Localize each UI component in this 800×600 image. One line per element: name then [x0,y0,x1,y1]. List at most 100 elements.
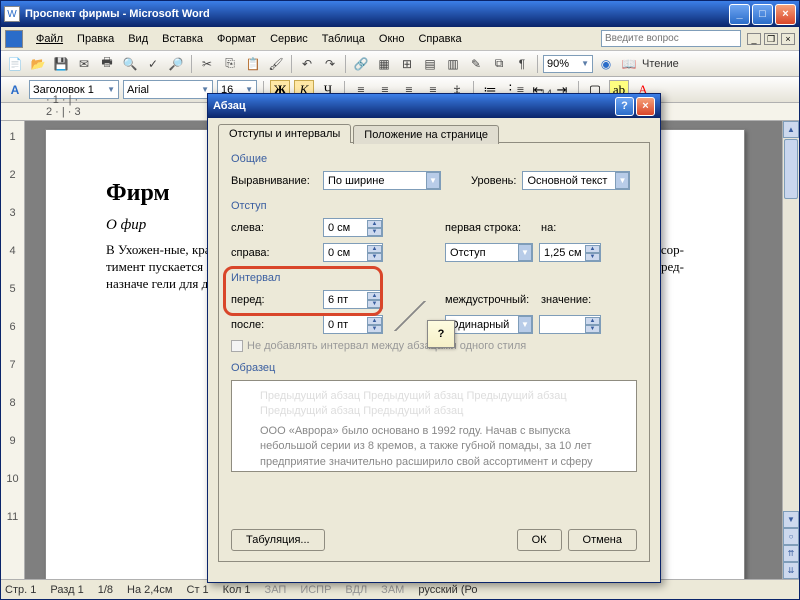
vertical-ruler[interactable]: 1234567891011 [1,121,25,579]
read-label[interactable]: Чтение [642,58,679,70]
scroll-up-icon[interactable]: ▲ [783,121,799,138]
next-page-icon[interactable]: ⇊ [783,562,799,579]
alignment-label: Выравнивание: [231,175,317,187]
alignment-select[interactable]: По ширине▼ [323,171,441,190]
spacing-at-label: значение: [541,294,591,306]
browse-object-icon[interactable]: ○ [783,528,799,545]
help-tooltip: ? [427,320,455,348]
research-icon[interactable]: 🔎 [166,54,186,74]
paste-icon[interactable]: 📋 [243,54,263,74]
scroll-down-icon[interactable]: ▼ [783,511,799,528]
menu-tools[interactable]: Сервис [263,31,315,47]
dialog-title: Абзац [213,100,613,112]
menu-view[interactable]: Вид [121,31,155,47]
redo-icon[interactable]: ↷ [320,54,340,74]
group-general: Общие [231,153,637,165]
scroll-thumb[interactable] [784,139,798,199]
word-icon: W [4,6,20,22]
spacing-at-input[interactable]: ▲▼ [539,315,601,334]
status-ovr[interactable]: ЗАМ [381,584,404,596]
indent-right-input[interactable]: 0 см▲▼ [323,243,383,262]
copy-icon[interactable]: ⎘ [220,54,240,74]
tab-page-position[interactable]: Положение на странице [353,125,499,144]
menu-insert[interactable]: Вставка [155,31,210,47]
tabs-button[interactable]: Табуляция... [231,529,325,551]
font-combo[interactable]: Arial▼ [123,80,213,99]
dialog-close-button[interactable]: × [636,97,655,116]
status-trk[interactable]: ИСПР [300,584,331,596]
indent-by-label: на: [541,222,556,234]
permission-icon[interactable]: ✉ [74,54,94,74]
minimize-button[interactable]: _ [729,4,750,25]
menu-window[interactable]: Окно [372,31,412,47]
group-indent: Отступ [231,200,637,212]
line-spacing-label: междустрочный: [445,294,535,306]
print-icon[interactable]: 🖶 [97,54,117,74]
line-spacing-select[interactable]: Одинарный▼ [445,315,533,334]
read-icon[interactable]: 📖 [619,54,639,74]
maximize-button[interactable]: □ [752,4,773,25]
ok-button[interactable]: ОК [517,529,562,551]
indent-by-input[interactable]: 1,25 см▲▼ [539,243,601,262]
tables-icon[interactable]: ▦ [374,54,394,74]
menu-file[interactable]: Файл [29,31,70,47]
status-section: Разд 1 [50,584,83,596]
preview-icon[interactable]: 🔍 [120,54,140,74]
paragraph-dialog: Абзац ? × Отступы и интервалы Положение … [207,93,661,583]
zoom-combo[interactable]: 90%▼ [543,55,593,73]
tab-indents-spacing[interactable]: Отступы и интервалы [218,124,351,143]
menu-format[interactable]: Формат [210,31,263,47]
open-icon[interactable]: 📂 [28,54,48,74]
status-ext[interactable]: ВДЛ [345,584,367,596]
paragraph-marks-icon[interactable]: ¶ [512,54,532,74]
prev-page-icon[interactable]: ⇈ [783,545,799,562]
styles-icon[interactable]: A [5,80,25,100]
menu-help[interactable]: Справка [411,31,468,47]
doc-close[interactable]: × [781,33,795,45]
menu-edit[interactable]: Правка [70,31,121,47]
ask-question-input[interactable] [601,30,741,47]
spellcheck-icon[interactable]: ✓ [143,54,163,74]
status-lang[interactable]: русский (Ро [418,584,477,596]
docmap-icon[interactable]: ⧉ [489,54,509,74]
status-at: На 2,4см [127,584,172,596]
first-line-label: первая строка: [445,222,535,234]
standard-toolbar: 📄 📂 💾 ✉ 🖶 🔍 ✓ 🔎 ✂ ⎘ 📋 🖌 ↶ ↷ 🔗 ▦ ⊞ ▤ ▥ ✎ … [1,51,799,77]
status-page: Стр. 1 [5,584,36,596]
vertical-scrollbar[interactable]: ▲ ▼ ○ ⇈ ⇊ [782,121,799,579]
tab-pane: Общие Выравнивание: По ширине▼ Уровень: … [218,142,650,562]
doc-restore[interactable]: ❐ [764,33,778,45]
menubar: Файл Правка Вид Вставка Формат Сервис Та… [1,27,799,51]
undo-icon[interactable]: ↶ [297,54,317,74]
indent-left-input[interactable]: 0 см▲▼ [323,218,383,237]
status-rec[interactable]: ЗАП [265,584,287,596]
drawing-icon[interactable]: ✎ [466,54,486,74]
doc-minimize[interactable]: _ [747,33,761,45]
excel-icon[interactable]: ▤ [420,54,440,74]
hyperlink-icon[interactable]: 🔗 [351,54,371,74]
indent-right-label: справа: [231,247,317,259]
dialog-help-button[interactable]: ? [615,97,634,116]
status-col: Кол 1 [223,584,251,596]
titlebar: W Проспект фирмы - Microsoft Word _ □ × [1,1,799,27]
cancel-button[interactable]: Отмена [568,529,637,551]
group-spacing: Интервал [231,272,637,284]
columns-icon[interactable]: ▥ [443,54,463,74]
cut-icon[interactable]: ✂ [197,54,217,74]
spacing-before-label: перед: [231,294,317,306]
menu-table[interactable]: Таблица [315,31,372,47]
first-line-select[interactable]: Отступ▼ [445,243,533,262]
spacing-before-input[interactable]: 6 пт▲▼ [323,290,383,309]
new-icon[interactable]: 📄 [5,54,25,74]
format-painter-icon[interactable]: 🖌 [266,54,286,74]
spacing-after-input[interactable]: 0 пт▲▼ [323,315,383,334]
insert-table-icon[interactable]: ⊞ [397,54,417,74]
outline-level-select[interactable]: Основной текст▼ [522,171,630,190]
help-icon[interactable]: ◉ [596,54,616,74]
group-preview: Образец [231,362,637,374]
save-icon[interactable]: 💾 [51,54,71,74]
close-button[interactable]: × [775,4,796,25]
spacing-after-label: после: [231,319,317,331]
doc-icon [5,30,23,48]
window-title: Проспект фирмы - Microsoft Word [25,8,729,20]
